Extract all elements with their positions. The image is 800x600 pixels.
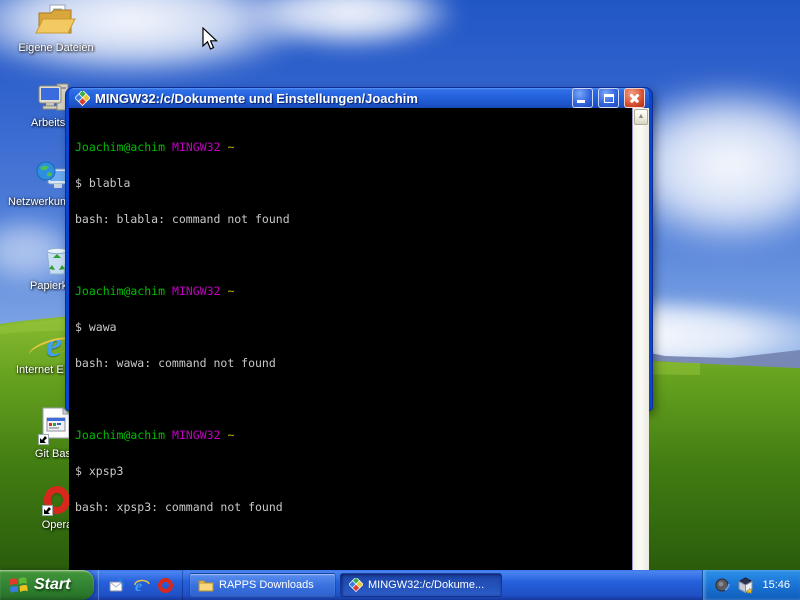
mingw-icon bbox=[349, 578, 363, 592]
output-line: bash: xpsp3: command not found bbox=[75, 500, 283, 514]
output-line: bash: blabla: command not found bbox=[75, 212, 290, 226]
taskbar-button-label: MINGW32:/c/Dokume... bbox=[368, 579, 485, 591]
clock: 15:46 bbox=[762, 579, 790, 591]
quick-launch: e bbox=[98, 570, 183, 600]
windows-flag-icon bbox=[9, 576, 28, 593]
taskbar-button-mingw[interactable]: MINGW32:/c/Dokume... bbox=[340, 573, 502, 597]
folder-icon bbox=[198, 580, 214, 592]
maximize-button[interactable] bbox=[598, 88, 619, 108]
start-button[interactable]: Start bbox=[0, 570, 94, 600]
desktop-icon-eigene-dateien[interactable]: Eigene Dateien bbox=[10, 3, 102, 54]
opera-icon[interactable] bbox=[158, 577, 173, 593]
scrollbar[interactable]: ▲ ▼ bbox=[632, 108, 649, 600]
my-documents-icon bbox=[35, 4, 76, 34]
start-label: Start bbox=[34, 576, 71, 593]
terminal-output[interactable]: Joachim@achim MINGW32 ~ $ blabla bash: bla… bbox=[69, 108, 632, 600]
scroll-up-button[interactable]: ▲ bbox=[634, 109, 648, 125]
system-tray: 15:46 bbox=[702, 570, 800, 600]
command-line: $ blabla bbox=[75, 176, 131, 190]
taskbar-buttons: RAPPS Downloads MINGW32:/c/Dokume... bbox=[183, 573, 702, 597]
taskbar-button-rapps[interactable]: RAPPS Downloads bbox=[189, 573, 336, 597]
taskbar: Start e RAPPS Downloads MINGW32:/c/Dokum… bbox=[0, 570, 800, 600]
shortcut-arrow-icon bbox=[42, 505, 53, 516]
volume-icon[interactable] bbox=[715, 577, 731, 593]
minimize-button[interactable] bbox=[572, 88, 593, 108]
mingw-terminal-window: MINGW32:/c/Dokumente und Einstellungen/J… bbox=[66, 88, 652, 600]
window-title: MINGW32:/c/Dokumente und Einstellungen/J… bbox=[95, 90, 418, 106]
command-line: $ xpsp3 bbox=[75, 464, 124, 478]
prompt-line: Joachim@achimMINGW32~ bbox=[75, 428, 235, 442]
shortcut-arrow-icon bbox=[38, 434, 49, 445]
prompt-line: Joachim@achimMINGW32~ bbox=[75, 284, 235, 298]
internet-explorer-icon[interactable]: e bbox=[133, 577, 150, 594]
maximize-icon bbox=[604, 94, 614, 103]
prompt-line: Joachim@achimMINGW32~ bbox=[75, 140, 235, 154]
mingw-window-icon bbox=[75, 90, 90, 106]
taskbar-button-label: RAPPS Downloads bbox=[219, 579, 314, 591]
output-line: bash: wawa: command not found bbox=[75, 356, 276, 370]
desktop-icon-label: Eigene Dateien bbox=[18, 42, 94, 54]
minimize-icon bbox=[577, 100, 585, 103]
package-icon[interactable] bbox=[737, 576, 754, 594]
command-line: $ wawa bbox=[75, 320, 117, 334]
outlook-express-icon[interactable] bbox=[108, 577, 125, 594]
titlebar[interactable]: MINGW32:/c/Dokumente und Einstellungen/J… bbox=[69, 88, 649, 108]
desktop: Eigene Dateien Arbeitsp Netzwerkum Papie… bbox=[0, 0, 800, 600]
close-button[interactable] bbox=[624, 88, 645, 108]
